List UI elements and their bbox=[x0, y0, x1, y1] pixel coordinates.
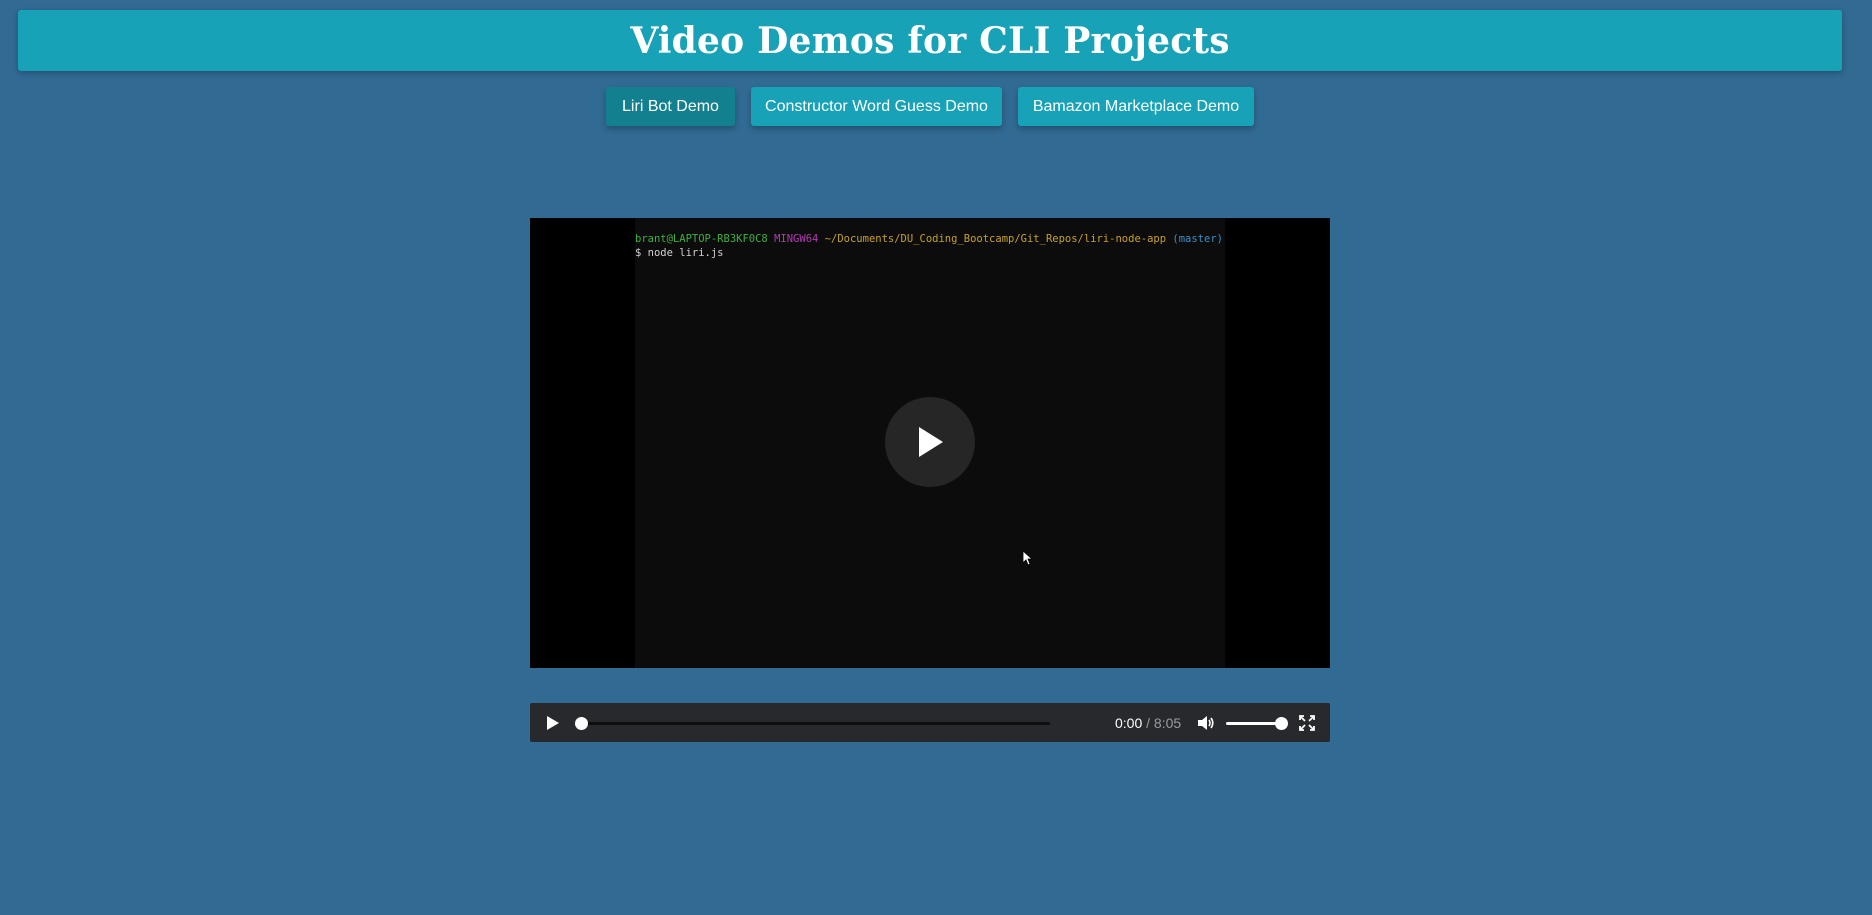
progress-handle[interactable] bbox=[575, 717, 588, 730]
time-display: 0:00 / 8:05 bbox=[1115, 715, 1181, 731]
volume-icon[interactable] bbox=[1197, 714, 1215, 732]
liri-bot-demo-button[interactable]: Liri Bot Demo bbox=[606, 87, 735, 126]
terminal-output: brant@LAPTOP-RB3KF0C8 MINGW64 ~/Document… bbox=[635, 232, 1223, 260]
play-icon[interactable] bbox=[544, 714, 562, 732]
time-separator: / bbox=[1146, 715, 1151, 731]
terminal-path: ~/Documents/DU_Coding_Bootcamp/Git_Repos… bbox=[824, 233, 1167, 245]
video-controls: 0:00 / 8:05 bbox=[530, 703, 1330, 742]
video-player[interactable]: brant@LAPTOP-RB3KF0C8 MINGW64 ~/Document… bbox=[530, 218, 1330, 668]
terminal-branch: (master) bbox=[1172, 233, 1223, 245]
mouse-cursor-icon bbox=[1022, 550, 1034, 571]
terminal-command: $ node liri.js bbox=[635, 247, 724, 259]
constructor-word-guess-demo-button[interactable]: Constructor Word Guess Demo bbox=[751, 87, 1002, 126]
volume-handle[interactable] bbox=[1275, 717, 1288, 730]
terminal-env: MINGW64 bbox=[774, 233, 819, 245]
page-header: Video Demos for CLI Projects bbox=[18, 10, 1842, 71]
bamazon-marketplace-demo-button[interactable]: Bamazon Marketplace Demo bbox=[1018, 87, 1254, 126]
terminal-user-host: brant@LAPTOP-RB3KF0C8 bbox=[635, 233, 768, 245]
current-time: 0:00 bbox=[1115, 715, 1143, 731]
fullscreen-icon[interactable] bbox=[1298, 714, 1316, 732]
page-title: Video Demos for CLI Projects bbox=[630, 19, 1230, 62]
duration: 8:05 bbox=[1153, 715, 1182, 731]
progress-track[interactable] bbox=[580, 722, 1050, 725]
play-large-icon[interactable] bbox=[885, 397, 975, 487]
